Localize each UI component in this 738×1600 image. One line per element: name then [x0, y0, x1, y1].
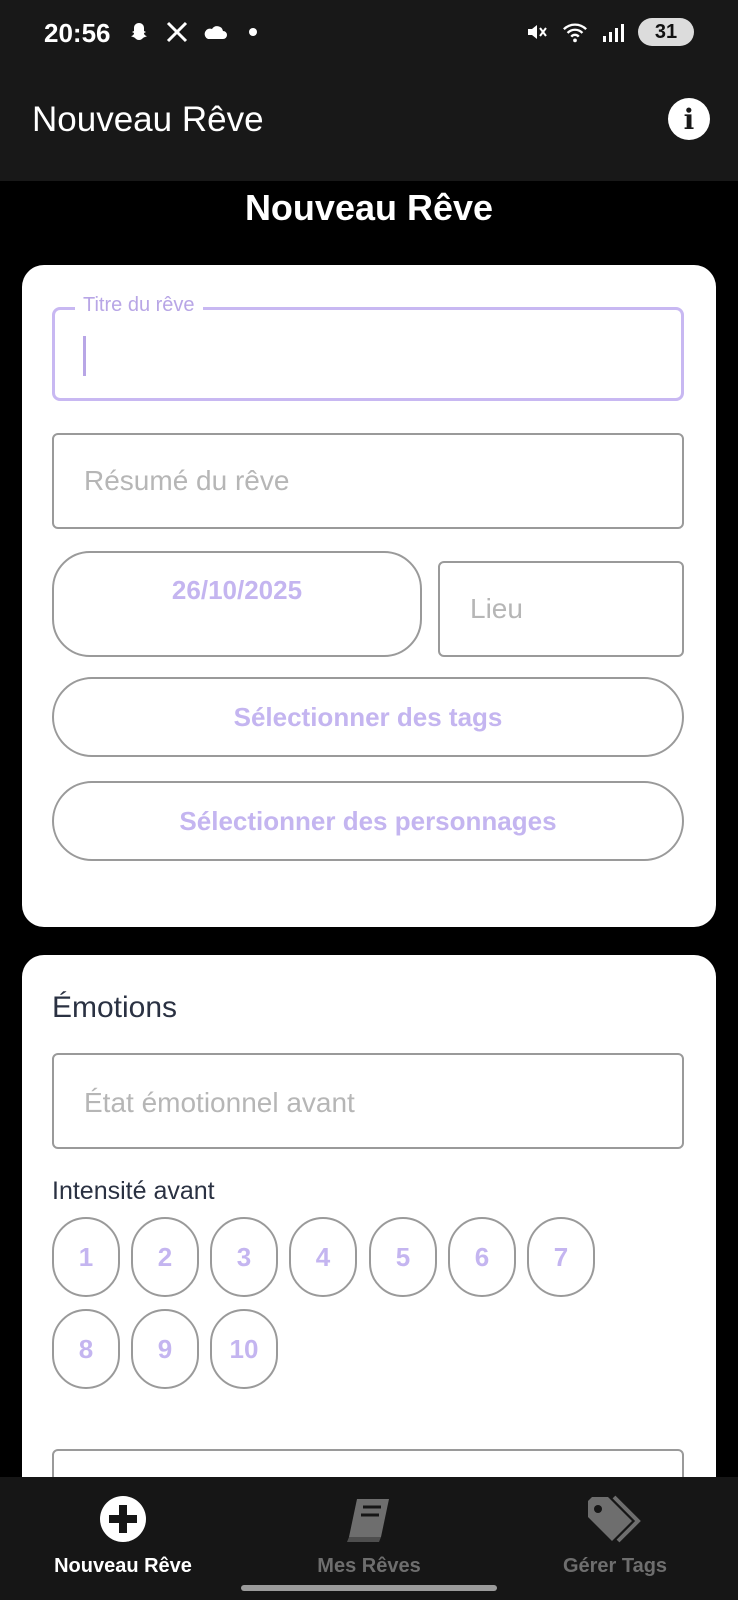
intensity-chip-7[interactable]: 7 — [527, 1217, 595, 1297]
battery-icon: 31 — [638, 18, 694, 46]
intensity-chip-5[interactable]: 5 — [369, 1217, 437, 1297]
nav-my-dreams[interactable]: Mes Rêves — [246, 1477, 492, 1600]
book-icon — [343, 1495, 395, 1550]
status-time: 20:56 — [44, 18, 111, 48]
dot-icon — [240, 18, 266, 46]
mute-icon — [524, 18, 550, 46]
emotions-card: Émotions État émotionnel avant Intensité… — [22, 955, 716, 1477]
location-placeholder: Lieu — [470, 593, 523, 624]
summary-input[interactable]: Résumé du rêve — [52, 433, 684, 529]
next-input-field[interactable] — [52, 1449, 684, 1477]
info-icon[interactable]: i — [668, 98, 710, 140]
location-input[interactable]: Lieu — [438, 561, 684, 657]
snapchat-icon — [126, 18, 152, 46]
title-input-label: Titre du rêve — [75, 294, 203, 317]
nav-new-dream-label: Nouveau Rêve — [54, 1555, 192, 1577]
intensity-chip-10[interactable]: 10 — [210, 1309, 278, 1389]
page-title: Nouveau Rêve — [244, 187, 494, 228]
nav-new-dream[interactable]: Nouveau Rêve — [0, 1477, 246, 1600]
app-bar-title: Nouveau Rêve — [32, 100, 264, 139]
system-icons: 31 — [524, 18, 694, 46]
home-indicator[interactable] — [241, 1585, 497, 1591]
emotional-state-before-input[interactable]: État émotionnel avant — [52, 1053, 684, 1149]
intensity-before-label: Intensité avant — [52, 1177, 215, 1205]
dream-details-card: Titre du rêve Résumé du rêve 26/10/2025 … — [22, 265, 716, 927]
nav-manage-tags-label: Gérer Tags — [562, 1555, 668, 1577]
intensity-chip-9[interactable]: 9 — [131, 1309, 199, 1389]
bottom-navigation: Nouveau Rêve Mes Rêves Gérer Tags — [0, 1477, 738, 1600]
intensity-chip-4[interactable]: 4 — [289, 1217, 357, 1297]
intensity-chip-8[interactable]: 8 — [52, 1309, 120, 1389]
select-characters-button[interactable]: Sélectionner des personnages — [52, 781, 684, 861]
signal-icon — [600, 18, 626, 46]
status-bar: 20:56 31 — [0, 0, 738, 70]
app-bar: Nouveau Rêve i — [0, 70, 738, 181]
title-input[interactable]: Titre du rêve — [52, 294, 684, 401]
emotional-state-before-placeholder: État émotionnel avant — [84, 1087, 355, 1118]
notification-icons — [126, 18, 266, 46]
plus-circle-icon — [99, 1495, 147, 1548]
intensity-chip-2[interactable]: 2 — [131, 1217, 199, 1297]
tags-icon — [584, 1495, 646, 1550]
cloud-icon — [202, 18, 228, 46]
form-scroll-area[interactable]: Nouveau Rêve Titre du rêve Résumé du rêv… — [0, 181, 738, 1477]
intensity-chip-6[interactable]: 6 — [448, 1217, 516, 1297]
emotions-section-title: Émotions — [52, 991, 178, 1024]
select-tags-button[interactable]: Sélectionner des tags — [52, 677, 684, 757]
nav-manage-tags[interactable]: Gérer Tags — [492, 1477, 738, 1600]
nav-my-dreams-label: Mes Rêves — [317, 1555, 421, 1577]
intensity-chip-3[interactable]: 3 — [210, 1217, 278, 1297]
wifi-icon — [562, 18, 588, 46]
summary-placeholder: Résumé du rêve — [84, 465, 290, 496]
date-value: 26/10/2025 — [171, 575, 303, 605]
intensity-chip-1[interactable]: 1 — [52, 1217, 120, 1297]
text-cursor — [83, 336, 86, 376]
date-picker-button[interactable]: 26/10/2025 — [52, 551, 422, 657]
x-icon — [164, 18, 190, 46]
